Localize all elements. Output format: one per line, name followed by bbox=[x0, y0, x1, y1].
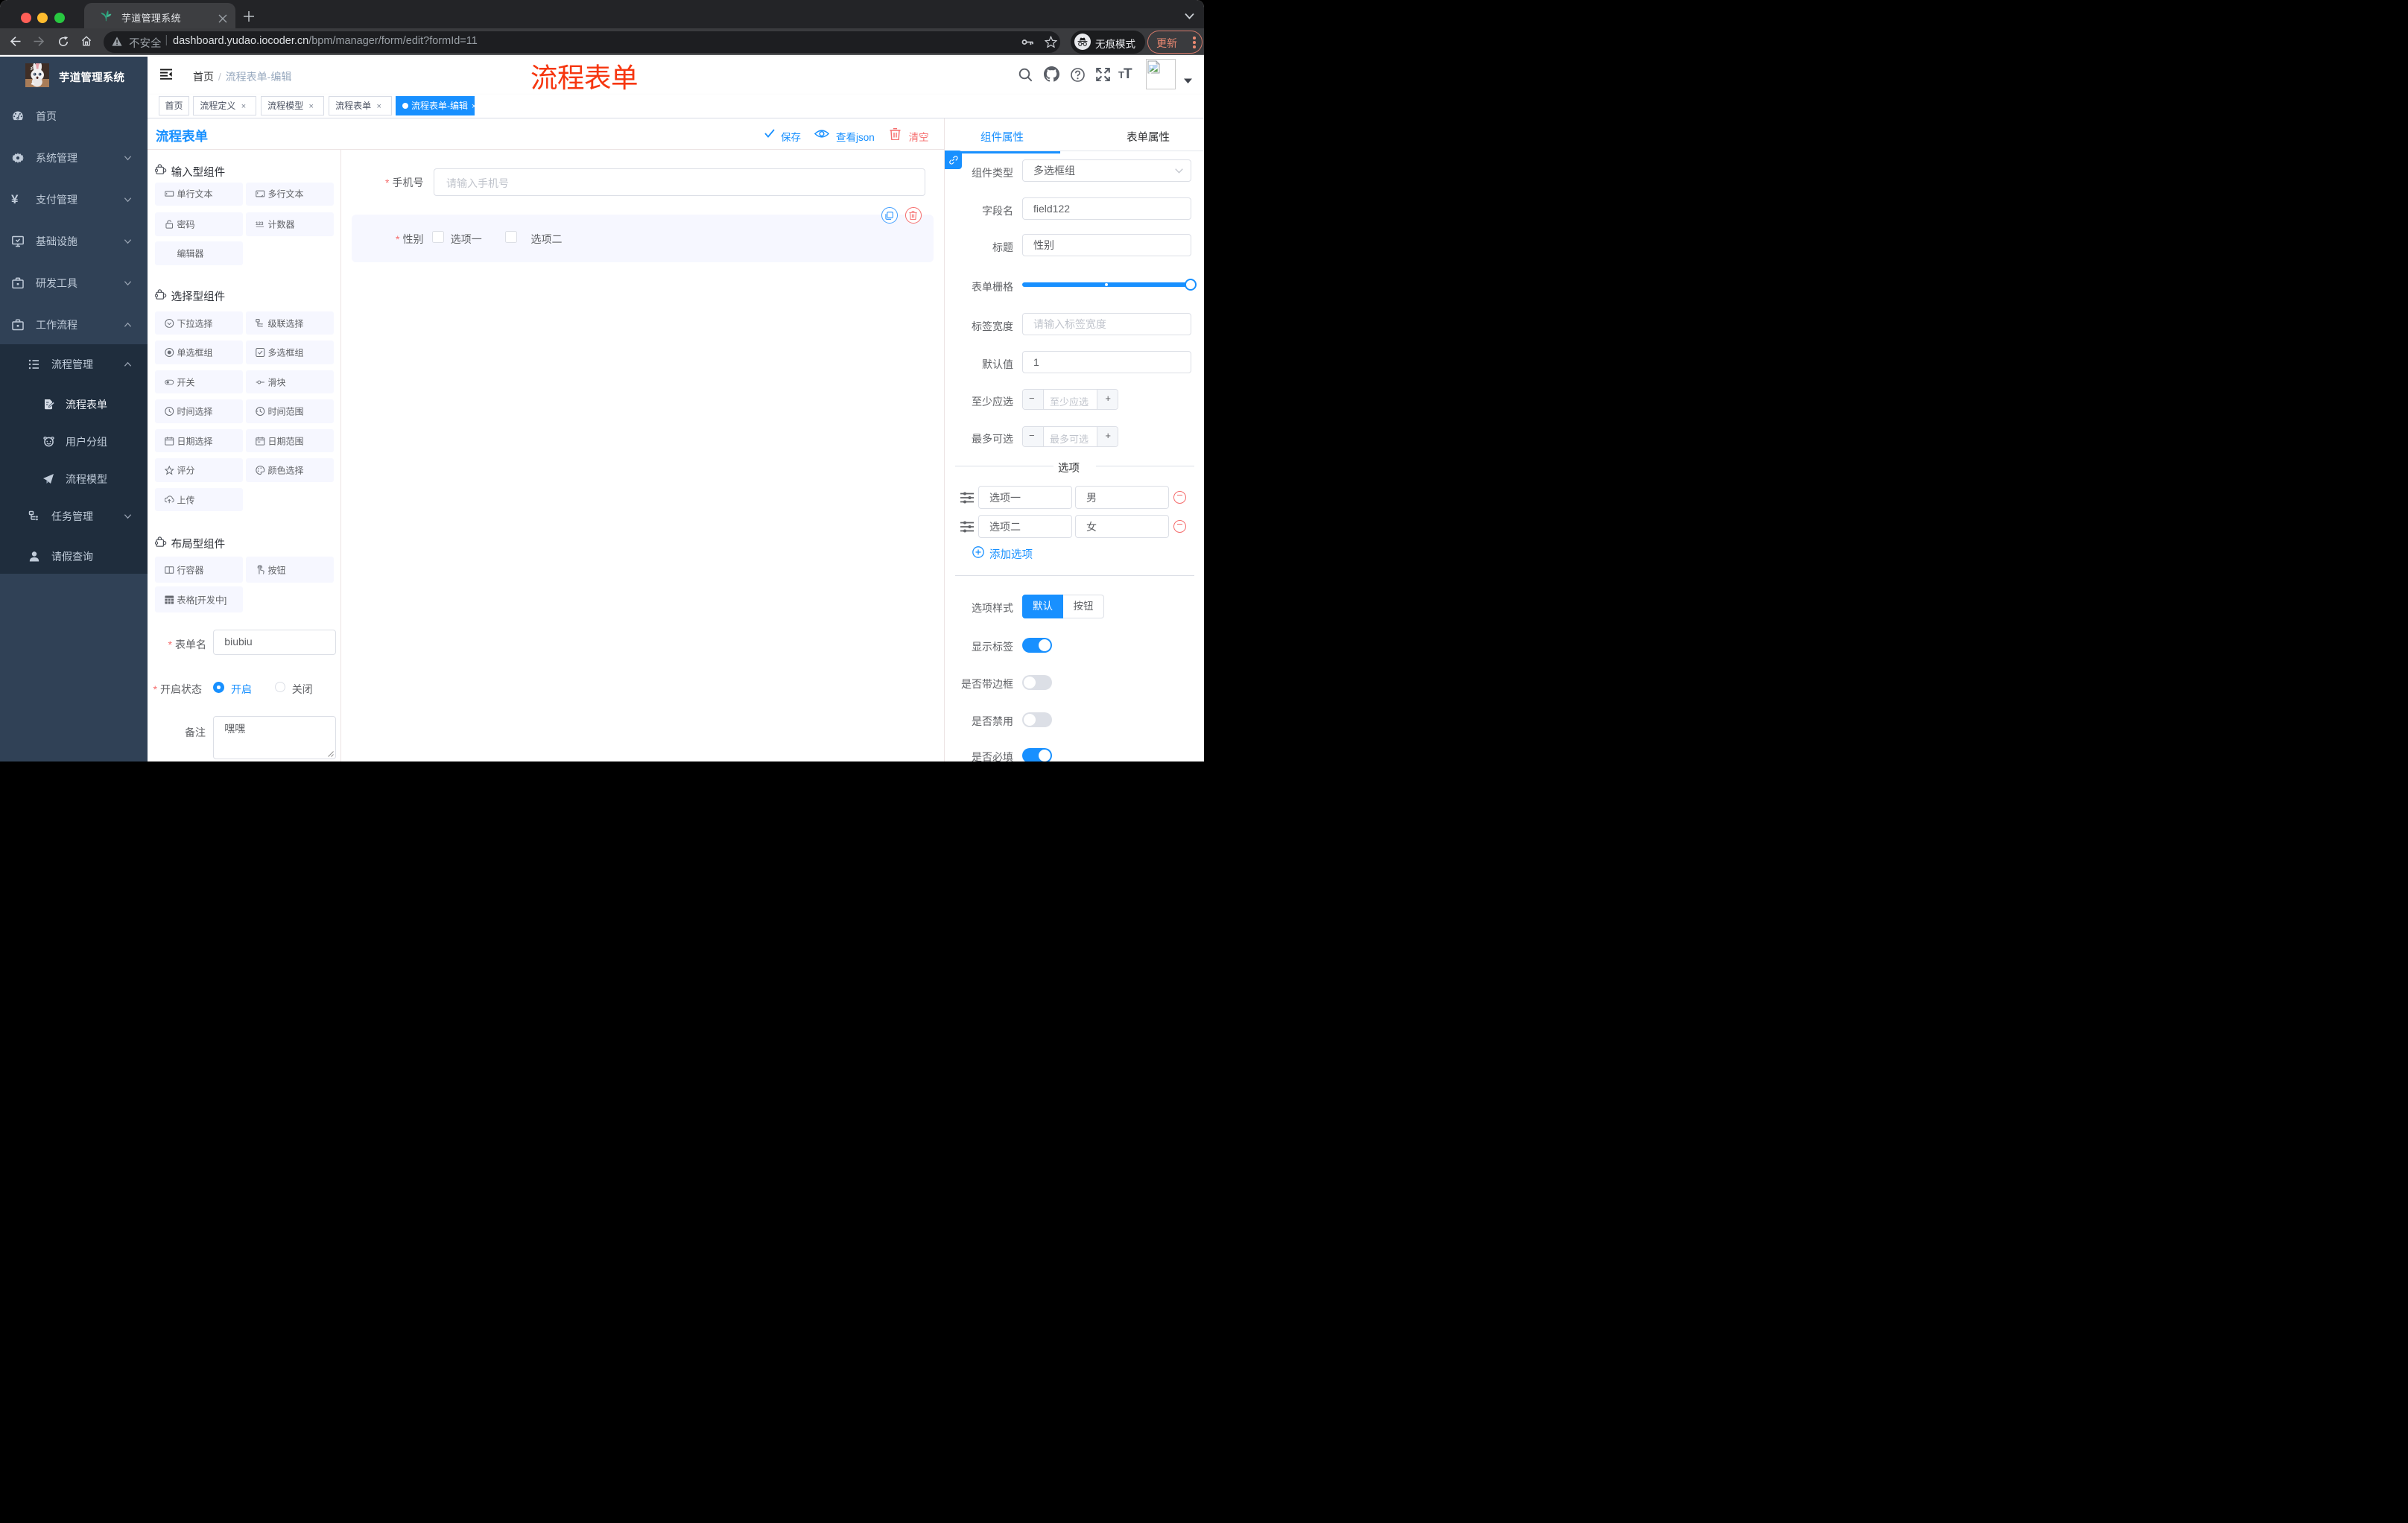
svg-text:123: 123 bbox=[256, 221, 264, 227]
